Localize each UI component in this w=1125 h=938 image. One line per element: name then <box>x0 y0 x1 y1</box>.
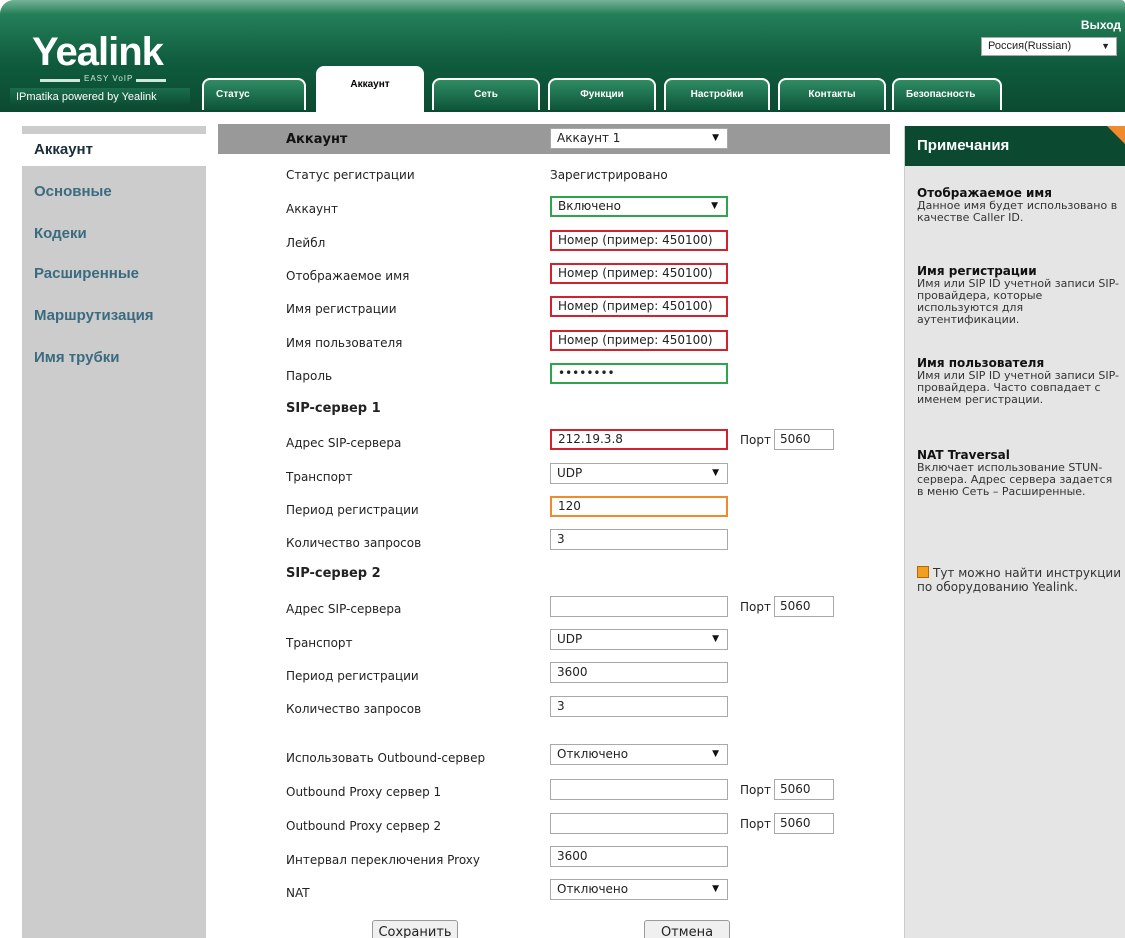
dropdown-arrow-icon: ▼ <box>1101 41 1110 51</box>
sip-server-2-title: SIP-сервер 2 <box>286 566 381 581</box>
sip2-expires-input[interactable]: 3600 <box>550 662 728 683</box>
sip1-retry-label: Количество запросов <box>286 536 422 550</box>
fallback-interval-input[interactable]: 3600 <box>550 846 728 867</box>
dropdown-arrow-icon: ▼ <box>712 634 719 644</box>
proxy2-port-label: Порт <box>740 817 771 831</box>
register-name-input[interactable]: Номер (пример: 450100) <box>550 296 728 317</box>
sip2-port-label: Порт <box>740 600 771 614</box>
dropdown-arrow-icon: ▼ <box>712 133 719 143</box>
sip2-expires-label: Период регистрации <box>286 669 419 683</box>
fallback-interval-label: Интервал переключения Proxy <box>286 853 480 867</box>
note-text: Включает использование STUN-сервера. Адр… <box>917 461 1113 498</box>
reg-status-value: Зарегистрировано <box>550 168 668 182</box>
proxy2-input[interactable] <box>550 813 728 834</box>
outbound-enable-select[interactable]: Отключено ▼ <box>550 744 728 765</box>
dropdown-arrow-icon: ▼ <box>712 468 719 478</box>
cancel-button[interactable]: Отмена <box>644 920 730 938</box>
account-enable-label: Аккаунт <box>286 202 338 216</box>
tab-network[interactable]: Сеть <box>432 78 540 110</box>
tab-account[interactable]: Аккаунт <box>316 66 424 112</box>
sidebar-item-handset-name[interactable]: Имя трубки <box>22 342 206 374</box>
nat-select[interactable]: Отключено ▼ <box>550 879 728 900</box>
notes-corner-flag <box>1107 126 1125 144</box>
logo: Yealink EASY VoIP IPmatika powered by Ye… <box>10 22 190 106</box>
tab-features[interactable]: Функции <box>548 78 656 110</box>
language-value: Россия(Russian) <box>988 40 1072 52</box>
logo-subtitle: IPmatika powered by Yealink <box>10 88 190 106</box>
display-name-input[interactable]: Номер (пример: 450100) <box>550 263 728 284</box>
logout-link[interactable]: Выход <box>1081 18 1121 32</box>
sip-server-1-title: SIP-сервер 1 <box>286 401 381 416</box>
password-input[interactable]: •••••••• <box>550 363 728 384</box>
proxy1-port-input[interactable]: 5060 <box>774 779 834 800</box>
note-text: Данное имя будет использовано в качестве… <box>917 199 1118 224</box>
sidebar-item-basic[interactable]: Основные <box>22 176 206 208</box>
sip1-address-label: Адрес SIP-сервера <box>286 436 402 450</box>
note-title: Отображаемое имя <box>917 186 1052 200</box>
label-field-label: Лейбл <box>286 236 326 250</box>
label-input[interactable]: Номер (пример: 450100) <box>550 230 728 251</box>
note-title: Имя пользователя <box>917 356 1045 370</box>
book-icon <box>917 566 929 578</box>
username-label: Имя пользователя <box>286 336 403 350</box>
sip2-retry-label: Количество запросов <box>286 702 422 716</box>
sip1-transport-select[interactable]: UDP ▼ <box>550 463 728 484</box>
proxy1-port-label: Порт <box>740 783 771 797</box>
sip1-expires-label: Период регистрации <box>286 503 419 517</box>
nat-label: NAT <box>286 886 310 900</box>
sidebar: Аккаунт Основные Кодеки Расширенные Марш… <box>22 126 206 938</box>
account-header-label: Аккаунт <box>286 132 348 147</box>
reg-status-label: Статус регистрации <box>286 168 415 182</box>
help-link[interactable]: Тут можно найти инструкции по оборудован… <box>917 566 1122 594</box>
outbound-enable-label: Использовать Outbound-сервер <box>286 751 486 765</box>
sip1-retry-input[interactable]: 3 <box>550 529 728 550</box>
account-select[interactable]: Аккаунт 1 ▼ <box>550 128 728 149</box>
tab-settings[interactable]: Настройки <box>664 78 770 110</box>
note-title: NAT Traversal <box>917 448 1010 462</box>
header: Yealink EASY VoIP IPmatika powered by Ye… <box>0 0 1125 112</box>
logo-text: Yealink <box>32 30 164 74</box>
proxy2-port-input[interactable]: 5060 <box>774 813 834 834</box>
notes-title: Примечания <box>905 126 1125 166</box>
sip1-port-label: Порт <box>740 433 771 447</box>
sip2-retry-input[interactable]: 3 <box>550 696 728 717</box>
language-select[interactable]: Россия(Russian) ▼ <box>981 37 1117 56</box>
username-input[interactable]: Номер (пример: 450100) <box>550 330 728 351</box>
save-button[interactable]: Сохранить <box>372 920 458 938</box>
sip2-address-input[interactable] <box>550 596 728 617</box>
proxy2-label: Outbound Proxy сервер 2 <box>286 819 442 833</box>
notes-panel: Примечания Отображаемое имя Данное имя б… <box>904 126 1125 938</box>
logo-tagline: EASY VoIP <box>40 74 166 84</box>
password-label: Пароль <box>286 369 333 383</box>
sip2-address-label: Адрес SIP-сервера <box>286 602 402 616</box>
proxy1-label: Outbound Proxy сервер 1 <box>286 785 442 799</box>
tab-status[interactable]: Статус <box>202 78 306 110</box>
header-gloss <box>0 0 1125 14</box>
sip1-port-input[interactable]: 5060 <box>774 429 834 450</box>
note-text: Имя или SIP ID учетной записи SIP-провай… <box>917 277 1119 326</box>
sip2-transport-label: Транспорт <box>286 636 353 650</box>
proxy1-input[interactable] <box>550 779 728 800</box>
tab-security[interactable]: Безопасность <box>892 78 1002 110</box>
note-text: Имя или SIP ID учетной записи SIP-провай… <box>917 369 1119 406</box>
dropdown-arrow-icon: ▼ <box>712 884 719 894</box>
display-name-label: Отображаемое имя <box>286 269 410 283</box>
sidebar-item-account[interactable]: Аккаунт <box>22 134 206 166</box>
sip2-transport-select[interactable]: UDP ▼ <box>550 629 728 650</box>
sip1-expires-input[interactable]: 120 <box>550 496 728 517</box>
account-enable-select[interactable]: Включено ▼ <box>550 196 728 217</box>
sip2-port-input[interactable]: 5060 <box>774 596 834 617</box>
dropdown-arrow-icon: ▼ <box>712 749 719 759</box>
register-name-label: Имя регистрации <box>286 302 397 316</box>
tab-contacts[interactable]: Контакты <box>778 78 886 110</box>
sidebar-item-codecs[interactable]: Кодеки <box>22 218 206 250</box>
sidebar-item-advanced[interactable]: Расширенные <box>22 258 206 290</box>
dropdown-arrow-icon: ▼ <box>711 201 718 211</box>
note-title: Имя регистрации <box>917 264 1037 278</box>
sidebar-item-routing[interactable]: Маршрутизация <box>22 300 206 332</box>
sip1-address-input[interactable]: 212.19.3.8 <box>550 429 728 450</box>
sip1-transport-label: Транспорт <box>286 470 353 484</box>
account-form: Аккаунт Аккаунт 1 ▼ Статус регистрации З… <box>218 124 890 938</box>
